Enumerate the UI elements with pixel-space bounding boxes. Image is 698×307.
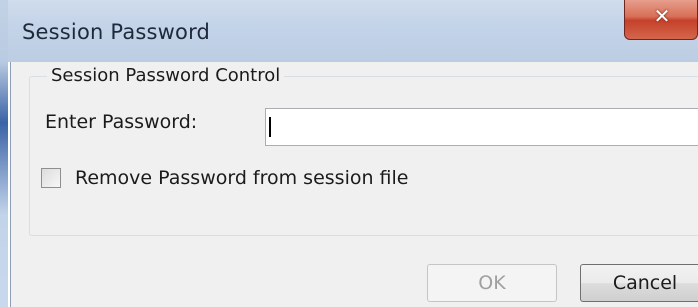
ok-button[interactable]: OK <box>427 264 557 302</box>
close-button[interactable]: ✕ <box>624 0 698 40</box>
text-caret <box>269 117 271 137</box>
remove-password-label[interactable]: Remove Password from session file <box>75 167 409 189</box>
cancel-button[interactable]: Cancel <box>580 264 698 302</box>
dialog-client-area: Session Password Control Enter Password:… <box>10 62 698 307</box>
title-bar[interactable]: Session Password ✕ <box>0 0 698 62</box>
remove-password-checkbox[interactable] <box>41 168 61 188</box>
window-title: Session Password <box>22 20 211 44</box>
window-frame-left <box>0 0 8 307</box>
group-label: Session Password Control <box>47 65 285 86</box>
password-control-group <box>29 76 698 236</box>
session-password-dialog: Session Password ✕ Session Password Cont… <box>0 0 698 307</box>
close-icon: ✕ <box>653 4 671 28</box>
password-input[interactable] <box>265 108 698 146</box>
enter-password-label: Enter Password: <box>45 111 198 133</box>
